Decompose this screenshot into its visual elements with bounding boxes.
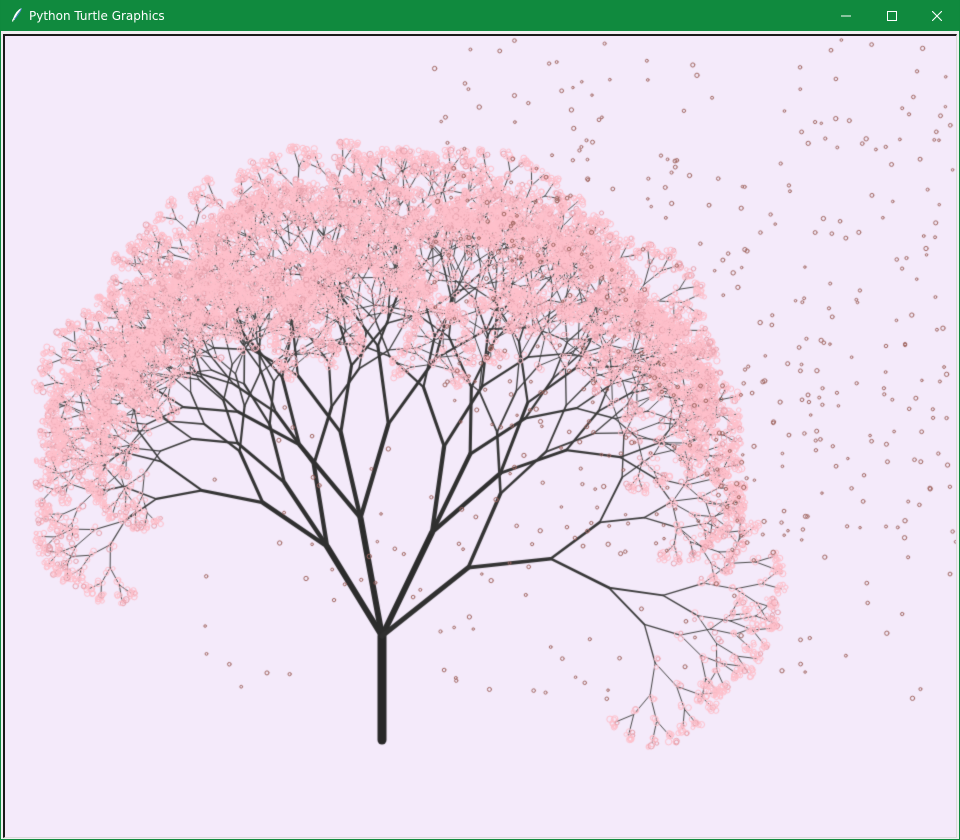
minimize-icon xyxy=(841,11,851,21)
close-button[interactable] xyxy=(914,0,960,31)
maximize-button[interactable] xyxy=(869,0,915,31)
maximize-icon xyxy=(887,10,897,21)
window-title: Python Turtle Graphics xyxy=(29,9,165,23)
close-icon xyxy=(932,10,942,21)
feather-pen-icon xyxy=(9,7,25,23)
title-bar[interactable]: Python Turtle Graphics xyxy=(1,0,959,31)
turtle-canvas-frame[interactable] xyxy=(3,34,957,838)
turtle-graphics-window: Python Turtle Graphics xyxy=(0,0,960,840)
cherry-blossom-tree-drawing xyxy=(5,36,956,837)
minimize-button[interactable] xyxy=(823,0,869,31)
